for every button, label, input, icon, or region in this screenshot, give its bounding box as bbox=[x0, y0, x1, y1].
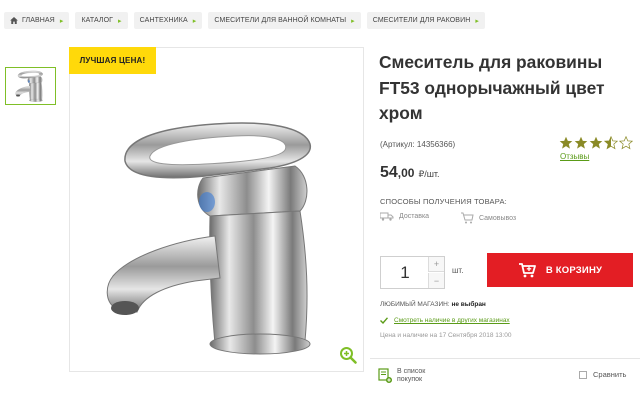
to-list-line-2: покупок bbox=[397, 376, 423, 383]
chevron-right-icon: ▸ bbox=[192, 17, 197, 25]
checkmark-icon bbox=[380, 317, 388, 324]
breadcrumb-item-catalog[interactable]: КАТАЛОГ ▸ bbox=[75, 12, 128, 29]
best-price-badge: ЛУЧШАЯ ЦЕНА! bbox=[69, 47, 156, 74]
delivery-label: Доставка bbox=[399, 213, 430, 220]
product-article: (Артикул: 14356366) bbox=[380, 140, 456, 149]
favorite-store-label: ЛЮБИМЫЙ МАГАЗИН: bbox=[380, 301, 450, 308]
star-empty-icon bbox=[619, 136, 633, 150]
checkbox[interactable] bbox=[579, 370, 587, 379]
product-price: 54,00 ₽/шт. bbox=[380, 164, 440, 182]
chevron-right-icon: ▸ bbox=[351, 17, 355, 25]
product-image[interactable] bbox=[95, 116, 350, 356]
favorite-store: ЛЮБИМЫЙ МАГАЗИН: не выбран bbox=[380, 301, 486, 308]
star-full-icon bbox=[559, 136, 573, 149]
breadcrumb-label: КАТАЛОГ bbox=[81, 17, 114, 24]
chevron-right-icon: ▸ bbox=[59, 17, 64, 25]
breadcrumb-item-home[interactable]: ГЛАВНАЯ ▸ bbox=[4, 12, 70, 29]
quantity-stepper: + − bbox=[380, 256, 445, 289]
add-to-shopping-list[interactable]: В список покупок bbox=[378, 368, 425, 384]
quantity-input[interactable] bbox=[381, 257, 429, 288]
breadcrumb-label: СМЕСИТЕЛИ ДЛЯ РАКОВИН bbox=[372, 17, 471, 24]
add-to-cart-label: В КОРЗИНУ bbox=[545, 264, 603, 276]
pickup-option: Самовывоз bbox=[460, 212, 516, 224]
product-gallery: ЛУЧШАЯ ЦЕНА! bbox=[69, 47, 364, 372]
chevron-right-icon: ▸ bbox=[475, 17, 479, 25]
divider bbox=[370, 358, 640, 359]
faucet-thumbnail-image bbox=[15, 70, 43, 102]
quantity-increase-button[interactable]: + bbox=[428, 257, 444, 272]
cart-pickup-icon bbox=[461, 212, 474, 224]
breadcrumb: ГЛАВНАЯ ▸ КАТАЛОГ ▸ САНТЕХНИКА ▸ СМЕСИТЕ… bbox=[4, 12, 485, 32]
pickup-label: Самовывоз bbox=[479, 214, 517, 222]
chevron-right-icon: ▸ bbox=[118, 17, 122, 25]
to-list-line-1: В список bbox=[397, 368, 426, 375]
shopping-cart-icon bbox=[518, 263, 536, 278]
star-full-icon bbox=[589, 136, 603, 149]
compare-checkbox[interactable]: Сравнить bbox=[579, 370, 626, 379]
rating-stars[interactable] bbox=[559, 136, 633, 150]
zoom-icon[interactable] bbox=[339, 346, 357, 364]
breadcrumb-item-sink-mixers[interactable]: СМЕСИТЕЛИ ДЛЯ РАКОВИН ▸ bbox=[366, 12, 485, 29]
product-title: Смеситель для раковины FT53 однорычажный… bbox=[379, 52, 605, 123]
quantity-unit: шт. bbox=[452, 266, 464, 275]
star-half-icon bbox=[604, 136, 618, 150]
compare-label: Сравнить bbox=[593, 370, 627, 379]
breadcrumb-label: САНТЕХНИКА bbox=[139, 17, 188, 24]
breadcrumb-label: ГЛАВНАЯ bbox=[22, 17, 55, 24]
delivery-option: Доставка bbox=[380, 212, 429, 221]
favorite-store-value[interactable]: не выбран bbox=[451, 301, 485, 308]
reviews-link[interactable]: Отзывы bbox=[560, 152, 589, 161]
check-availability[interactable]: Смотреть наличие в других магазинах bbox=[380, 317, 510, 324]
breadcrumb-label: СМЕСИТЕЛИ ДЛЯ ВАННОЙ КОМНАТЫ bbox=[214, 17, 347, 24]
price-date-note: Цена и наличие на 17 Сентября 2018 13:00 bbox=[380, 332, 512, 339]
truck-icon bbox=[380, 212, 394, 221]
add-to-cart-button[interactable]: В КОРЗИНУ bbox=[487, 253, 633, 287]
check-availability-link[interactable]: Смотреть наличие в других магазинах bbox=[394, 317, 510, 324]
breadcrumb-item-bathroom-mixers[interactable]: СМЕСИТЕЛИ ДЛЯ ВАННОЙ КОМНАТЫ ▸ bbox=[208, 12, 361, 29]
shopping-list-icon bbox=[378, 368, 392, 383]
quantity-decrease-button[interactable]: − bbox=[428, 273, 444, 288]
product-thumbnail[interactable] bbox=[5, 67, 56, 105]
home-icon bbox=[10, 17, 18, 24]
price-unit: ₽/шт. bbox=[418, 169, 440, 179]
star-full-icon bbox=[574, 136, 588, 149]
breadcrumb-item-plumbing[interactable]: САНТЕХНИКА ▸ bbox=[133, 12, 203, 29]
delivery-methods-label: СПОСОБЫ ПОЛУЧЕНИЯ ТОВАРА: bbox=[380, 197, 507, 206]
price-main: 54 bbox=[380, 164, 398, 181]
price-cents: ,00 bbox=[397, 166, 415, 180]
